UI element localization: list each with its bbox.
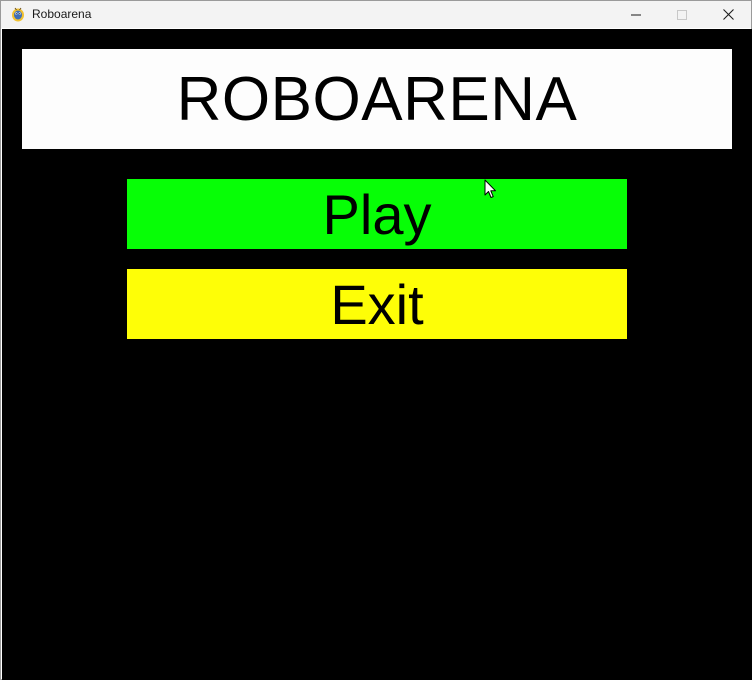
- game-canvas: ROBOARENA Play Exit: [2, 29, 752, 680]
- play-button-label: Play: [322, 182, 432, 246]
- maximize-button[interactable]: [659, 1, 705, 28]
- app-window: Roboarena ROBOARENA Play Exit: [0, 0, 752, 680]
- pygame-snake-icon: [12, 7, 24, 22]
- play-button[interactable]: Play: [127, 179, 627, 249]
- exit-button[interactable]: Exit: [127, 269, 627, 339]
- window-title: Roboarena: [32, 7, 92, 21]
- exit-button-label: Exit: [330, 272, 424, 336]
- game-title: ROBOARENA: [176, 64, 578, 134]
- maximize-icon: [677, 9, 687, 20]
- minimize-icon: [631, 14, 641, 15]
- close-icon: [722, 9, 734, 20]
- title-bar[interactable]: Roboarena: [1, 1, 751, 28]
- close-button[interactable]: [705, 1, 751, 28]
- minimize-button[interactable]: [613, 1, 659, 28]
- game-title-panel: ROBOARENA: [22, 49, 732, 149]
